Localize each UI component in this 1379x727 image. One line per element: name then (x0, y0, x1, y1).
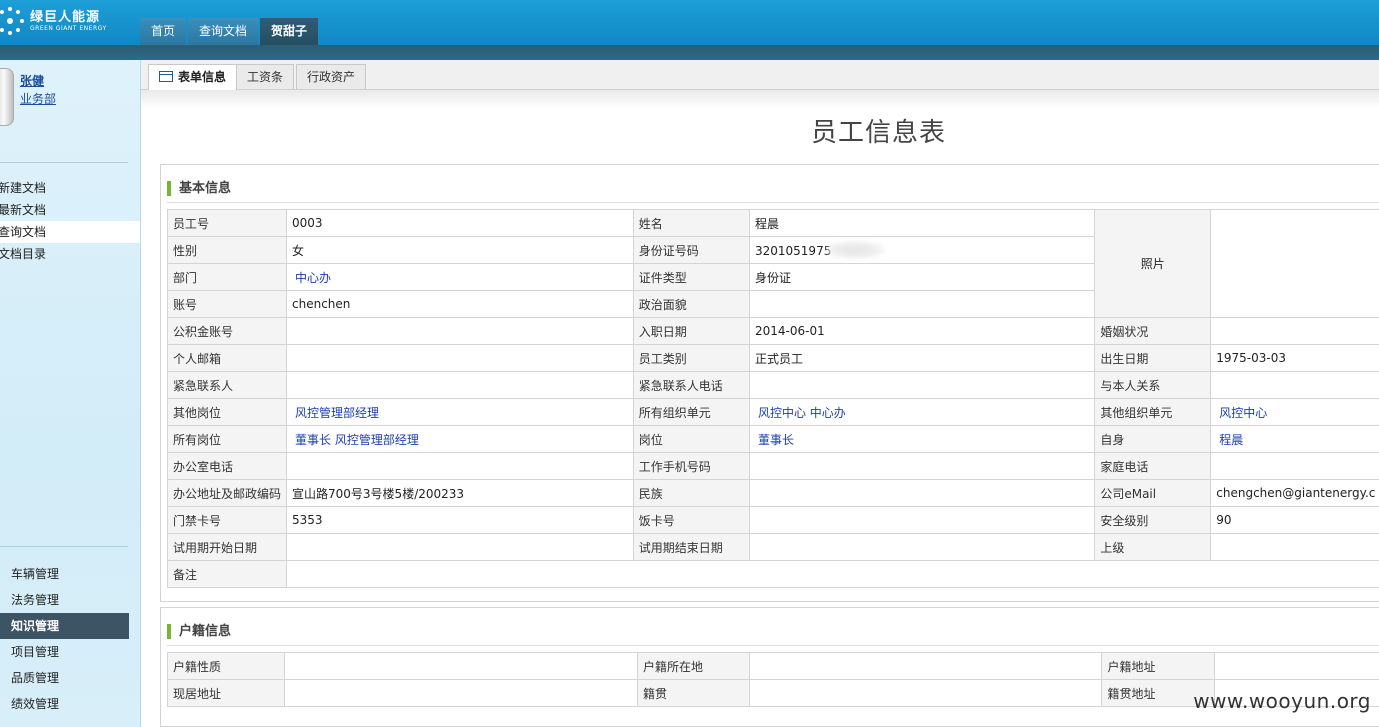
household-location-value (748, 652, 1103, 680)
remark-value (286, 560, 1379, 588)
sidebar-item-doc-catalog[interactable]: 文档目录 (0, 243, 140, 265)
emergency-contact-value (286, 371, 634, 399)
name-value: 程晨 (748, 209, 1096, 237)
avatar (0, 68, 14, 126)
photo-area (1210, 209, 1379, 318)
table-row: 办公室电话 工作手机号码 家庭电话 (166, 452, 1379, 480)
self-link[interactable]: 程晨 (1210, 425, 1379, 453)
basic-info-table: 员工号 0003 姓名 程晨 照片 性别 女 身份证号码 3201051975 … (166, 209, 1379, 588)
logo-text-en: GREEN GIANT ENERGY (30, 24, 107, 32)
sidebar: 张健 业务部 新建文档 最新文档 查询文档 文档目录 车辆管理 法务管理 知识管… (0, 60, 141, 727)
account-value: chenchen (286, 290, 634, 318)
nav-tab-query-docs[interactable]: 查询文档 (188, 18, 259, 45)
sidebar-item-vehicle[interactable]: 车辆管理 (0, 561, 129, 587)
current-address-value (283, 679, 639, 707)
office-tel-value (286, 452, 634, 480)
table-row: 紧急联系人 紧急联系人电话 与本人关系 (166, 371, 1379, 399)
main-content: 表单信息 工资条 行政资产 员工信息表 基本信息 员工号 0003 姓名 程晨 … (141, 60, 1379, 727)
entry-date-value: 2014-06-01 (748, 317, 1096, 345)
table-row: 试用期开始日期 试用期结束日期 上级 (166, 533, 1379, 561)
dept-link[interactable]: 中心办 (286, 263, 634, 291)
security-level-value: 90 (1210, 506, 1379, 534)
trial-end-value (748, 533, 1096, 561)
emp-no-value: 0003 (286, 209, 634, 237)
table-row: 备注 (166, 560, 1379, 588)
id-number-value: 3201051975 (748, 236, 1096, 264)
office-address-value: 宣山路700号3号楼5楼/200233 (286, 479, 634, 507)
sidebar-divider (0, 546, 128, 547)
sidebar-item-performance[interactable]: 绩效管理 (0, 691, 129, 717)
sidebar-item-quality[interactable]: 品质管理 (0, 665, 129, 691)
marital-value (1210, 317, 1379, 345)
post-link[interactable]: 董事长 (748, 425, 1096, 453)
watermark: www.wooyun.org (1193, 689, 1371, 713)
household-type-value (283, 652, 639, 680)
logo-text-cn: 绿巨人能源 (30, 9, 101, 25)
personal-email-value (286, 344, 634, 372)
native-place-value (748, 679, 1103, 707)
birth-date-value: 1975-03-03 (1210, 344, 1379, 372)
nav-tab-home[interactable]: 首页 (140, 18, 187, 45)
table-row: 员工号 0003 姓名 程晨 照片 (166, 209, 1379, 318)
doc-menu: 新建文档 最新文档 查询文档 文档目录 (0, 177, 140, 265)
page-title: 员工信息表 (810, 118, 946, 148)
tab-admin-assets[interactable]: 行政资产 (296, 64, 367, 89)
gender-value: 女 (286, 236, 634, 264)
org-units-link[interactable]: 风控中心 中心办 (748, 398, 1096, 426)
form-icon (159, 71, 173, 82)
photo-cell: 照片 (1094, 209, 1212, 318)
module-menu: 车辆管理 法务管理 知识管理 项目管理 品质管理 绩效管理 (0, 561, 129, 717)
sunburst-logo-icon (0, 7, 24, 35)
superior-value (1210, 533, 1379, 561)
section-heading: 基本信息 (167, 181, 231, 197)
form-tabs: 表单信息 工资条 行政资产 (141, 60, 1379, 90)
emp-type-value: 正式员工 (748, 344, 1096, 372)
section-heading: 户籍信息 (167, 624, 231, 640)
door-card-value: 5353 (286, 506, 634, 534)
table-row: 办公地址及邮政编码 宣山路700号3号楼5楼/200233 民族 公司eMail… (166, 479, 1379, 507)
basic-info-section: 基本信息 员工号 0003 姓名 程晨 照片 性别 女 身份证号码 320105… (160, 164, 1379, 602)
sidebar-item-legal[interactable]: 法务管理 (0, 587, 129, 613)
header-strip (0, 45, 1379, 60)
tab-payslip[interactable]: 工资条 (236, 64, 295, 89)
company-email-value: chengchen@giantenergy.c (1210, 479, 1379, 507)
work-mobile-value (748, 452, 1096, 480)
top-header: 绿巨人能源 GREEN GIANT ENERGY 首页 查询文档 贺甜子 (0, 0, 1379, 45)
other-org-link[interactable]: 风控中心 (1210, 398, 1379, 426)
emergency-tel-value (748, 371, 1096, 399)
relation-value (1210, 371, 1379, 399)
brand-logo[interactable]: 绿巨人能源 GREEN GIANT ENERGY (0, 4, 107, 38)
tab-form-info[interactable]: 表单信息 (148, 64, 238, 90)
home-tel-value (1210, 452, 1379, 480)
sidebar-divider (0, 162, 128, 163)
redaction-blur (825, 241, 886, 259)
sidebar-item-latest-doc[interactable]: 最新文档 (0, 199, 140, 221)
fund-account-value (286, 317, 634, 345)
table-row: 门禁卡号 5353 饭卡号 安全级别 90 (166, 506, 1379, 534)
table-row: 所有岗位 董事长 风控管理部经理 岗位 董事长 自身 程晨 (166, 425, 1379, 453)
sidebar-item-project[interactable]: 项目管理 (0, 639, 129, 665)
household-address-value (1214, 652, 1379, 680)
sidebar-item-knowledge[interactable]: 知识管理 (0, 613, 129, 639)
cert-type-value: 身份证 (748, 263, 1096, 291)
other-post-link[interactable]: 风控管理部经理 (286, 398, 634, 426)
main-nav: 首页 查询文档 贺甜子 (140, 18, 320, 45)
table-row: 其他岗位 风控管理部经理 所有组织单元 风控中心 中心办 其他组织单元 风控中心 (166, 398, 1379, 426)
politic-value (748, 290, 1096, 318)
sidebar-item-query-doc[interactable]: 查询文档 (0, 221, 140, 243)
sidebar-item-new-doc[interactable]: 新建文档 (0, 177, 140, 199)
table-row: 个人邮箱 员工类别 正式员工 出生日期 1975-03-03 (166, 344, 1379, 372)
table-row: 公积金账号 入职日期 2014-06-01 婚姻状况 (166, 317, 1379, 345)
meal-card-value (748, 506, 1096, 534)
all-posts-link[interactable]: 董事长 风控管理部经理 (286, 425, 634, 453)
user-name-link[interactable]: 张健 (20, 72, 44, 89)
table-row: 户籍性质 户籍所在地 户籍地址 (167, 652, 1379, 680)
nav-tab-user[interactable]: 贺甜子 (260, 18, 319, 45)
trial-start-value (286, 533, 634, 561)
nation-value (748, 479, 1096, 507)
user-dept-link[interactable]: 业务部 (20, 90, 56, 107)
